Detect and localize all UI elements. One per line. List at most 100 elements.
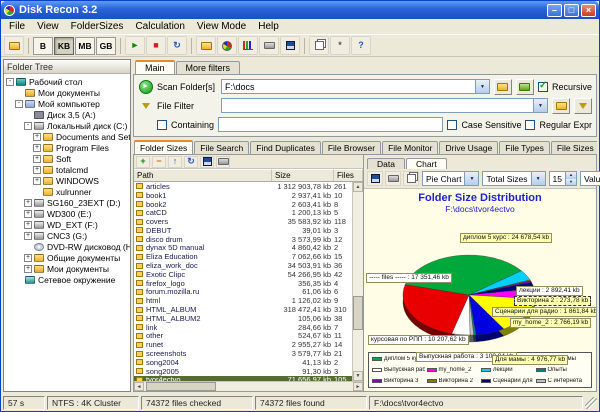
tab-file-search[interactable]: File Search [194, 141, 250, 154]
collapse-all-icon[interactable]: − [152, 155, 166, 168]
tree-item[interactable]: DVD-RW дисковод (H:) [4, 241, 130, 252]
tab-folder-sizes[interactable]: Folder Sizes [134, 140, 194, 154]
file-filter-combo[interactable] [221, 98, 548, 113]
tree-item[interactable]: + Program Files [4, 142, 130, 153]
table-row[interactable]: articles 1 312 903,78 kb 261 [134, 182, 352, 191]
value-mode-select[interactable]: Values [580, 171, 600, 186]
menu-item[interactable]: View Mode [191, 21, 252, 32]
bar-chart-icon[interactable] [238, 36, 258, 55]
dropdown-arrow-icon[interactable] [530, 172, 545, 185]
table-row[interactable]: HTML_ALBUM 318 472,41 kb 310 [134, 305, 352, 314]
tree-item[interactable]: + totalcmd [4, 164, 130, 175]
table-row[interactable]: html 1 126,02 kb 9 [134, 296, 352, 305]
refresh-icon[interactable]: ↻ [167, 36, 187, 55]
scroll-left-icon[interactable]: ◄ [134, 382, 144, 391]
tab-data[interactable]: Data [367, 158, 405, 169]
vertical-scrollbar[interactable]: ▲ ▼ [352, 182, 363, 381]
tree-item[interactable]: + WINDOWS [4, 175, 130, 186]
table-row[interactable]: Exotic Clipc 54 266,95 kb 42 [134, 270, 352, 279]
file-filter-input[interactable] [222, 99, 533, 112]
menu-item[interactable]: Calculation [129, 21, 190, 32]
table-row[interactable]: Eliza Education 7 062,66 kb 15 [134, 252, 352, 261]
tab-find-duplicates[interactable]: Find Duplicates [250, 141, 321, 154]
table-row[interactable]: DEBUT 39,01 kb 3 [134, 226, 352, 235]
tree-expander-icon[interactable]: + [33, 176, 41, 185]
tree-expander-icon[interactable]: - [6, 77, 14, 86]
tree-expander-icon[interactable]: + [24, 209, 32, 218]
pie-callout-label[interactable]: Сценарии для радио : 1 861,84 kb [492, 307, 596, 317]
up-level-icon[interactable]: ↑ [168, 155, 182, 168]
filter-browse-button[interactable] [552, 97, 570, 114]
save-chart-icon[interactable] [367, 171, 383, 186]
table-row[interactable]: link 284,66 kb 7 [134, 323, 352, 332]
scan-go-button[interactable] [138, 79, 153, 94]
save-list-icon[interactable] [200, 155, 214, 168]
spin-down-icon[interactable]: ▼ [565, 178, 577, 185]
print-list-icon[interactable] [216, 155, 230, 168]
table-row[interactable]: eliza_work_doc 34 503,91 kb 36 [134, 261, 352, 270]
tree-item[interactable]: - Локальный диск (C:) [4, 120, 130, 131]
filter-options-button[interactable] [574, 97, 592, 114]
tree-expander-icon[interactable]: + [33, 132, 41, 141]
tab-drive-usage[interactable]: Drive Usage [439, 141, 499, 154]
containing-checkbox[interactable] [157, 119, 167, 130]
settings-icon[interactable]: * [330, 36, 350, 55]
printer-icon[interactable] [259, 36, 279, 55]
titlebar[interactable]: Disk Recon 3.2 – □ × [1, 1, 599, 19]
tree-item[interactable]: Мои документы [4, 87, 130, 98]
tree-item[interactable]: Сетевое окружение [4, 274, 130, 285]
pie-callout-label[interactable]: диплом 5 курс : 24 678,54 kb [460, 233, 553, 243]
table-row[interactable]: covers 35 583,92 kb 118 [134, 217, 352, 226]
unit-mb-button[interactable]: MB [75, 36, 95, 55]
pie-chart-icon[interactable] [217, 36, 237, 55]
chart-measure-select[interactable]: Total Sizes [482, 171, 546, 186]
column-header-path[interactable]: Path [134, 169, 272, 181]
close-button[interactable]: × [581, 3, 596, 17]
case-sensitive-checkbox[interactable] [447, 119, 458, 130]
tab-more-filters[interactable]: More filters [175, 61, 241, 74]
tree-expander-icon[interactable]: + [24, 264, 32, 273]
tab-file-browser[interactable]: File Browser [321, 141, 382, 154]
scrollbar-thumb[interactable] [353, 295, 363, 330]
pie-callout-label[interactable]: Для мамы : 4 976,77 kb [492, 355, 569, 365]
menu-item[interactable]: View [31, 21, 65, 32]
tree-item[interactable]: + Documents and Settings [4, 131, 130, 142]
tree-expander-icon[interactable]: - [15, 99, 23, 108]
tab-chart[interactable]: Chart [405, 158, 447, 169]
unit-gb-button[interactable]: GB [96, 36, 116, 55]
tree-item[interactable]: + WD300 (E:) [4, 208, 130, 219]
scroll-right-icon[interactable]: ► [353, 382, 363, 391]
scroll-down-icon[interactable]: ▼ [353, 371, 363, 381]
dropdown-arrow-icon[interactable] [464, 172, 479, 185]
tree-item[interactable]: + SG160_23EXT (D:) [4, 197, 130, 208]
scroll-up-icon[interactable]: ▲ [353, 182, 363, 192]
column-header-size[interactable]: Size [272, 169, 334, 181]
column-header-files[interactable]: Files [334, 169, 363, 181]
scrollbar-thumb[interactable] [146, 382, 216, 391]
table-row[interactable]: screenshots 3 579,77 kb 21 [134, 349, 352, 358]
unit-b-button[interactable]: B [33, 36, 53, 55]
tree-item[interactable]: xulrunner [4, 186, 130, 197]
table-row[interactable]: other 524,67 kb 11 [134, 331, 352, 340]
expand-all-icon[interactable]: + [136, 155, 150, 168]
tab-main[interactable]: Main [135, 60, 175, 74]
recursive-checkbox[interactable] [537, 80, 548, 92]
tree-item[interactable]: + Общие документы [4, 252, 130, 263]
tree-expander-icon[interactable]: + [24, 198, 32, 207]
tree-item[interactable]: + CNC3 (G:) [4, 230, 130, 241]
containing-input[interactable] [219, 118, 443, 131]
scan-folder-input[interactable] [222, 80, 475, 93]
tree-item[interactable]: + WD_EXT (F:) [4, 219, 130, 230]
table-row[interactable]: book1 2 937,41 kb 10 [134, 191, 352, 200]
table-row[interactable]: firefox_logo 356,35 kb 4 [134, 279, 352, 288]
scan-start-icon[interactable]: ► [125, 36, 145, 55]
resize-grip[interactable] [585, 396, 597, 409]
menu-item[interactable]: FolderSizes [65, 21, 130, 32]
table-row[interactable]: book2 2 603,41 kb 8 [134, 200, 352, 209]
pie-callout-label[interactable]: курсовая по РПП : 10 207,62 kb [368, 335, 469, 345]
tree-expander-icon[interactable]: + [33, 143, 41, 152]
copy-chart-icon[interactable] [403, 171, 419, 186]
add-folder-button[interactable] [515, 78, 534, 95]
maximize-button[interactable]: □ [564, 3, 579, 17]
table-row[interactable]: disco drum 3 573,99 kb 12 [134, 235, 352, 244]
